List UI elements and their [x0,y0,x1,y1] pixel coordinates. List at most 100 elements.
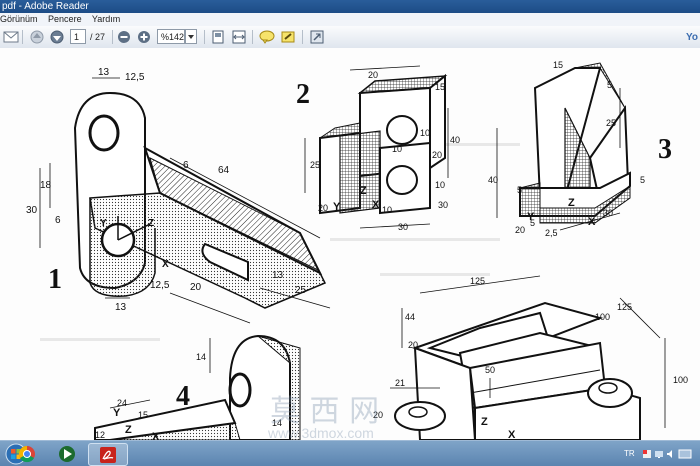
fig4-number: 4 [176,381,190,412]
watermark-logo: 莫 西 网 [270,394,379,429]
fig1-dim-6-left: 6 [55,215,61,226]
fig3-axis-y: Y [527,211,535,223]
technical-drawings: 13 12,5 18 30 6 64 6 12,5 13 20 13 25 X … [26,60,688,440]
fig1-dim-30: 30 [26,205,38,216]
fig2-dim-25: 25 [310,160,320,170]
fig3-dim-5-right: 5 [640,175,645,185]
watermark-url: www.3dmox.com [267,425,374,440]
fig1-dim-6-mid: 6 [183,160,189,171]
fig1-dim-64: 64 [218,165,230,176]
window-title-bar: pdf - Adobe Reader [0,0,700,13]
fig2-axis-z: Z [360,185,367,197]
document-page: 13 12,5 18 30 6 64 6 12,5 13 20 13 25 X … [0,48,700,440]
fig2-dim-10-a: 10 [420,128,430,138]
fig1-axis-x: X [162,259,169,270]
fig2-dim-10-d: 10 [435,180,445,190]
toolbar: 1 / 27 %142 Yo [0,26,700,49]
page-number-input[interactable]: 1 [70,29,86,44]
fig3-dim-30: 30 [603,208,613,218]
toolbar-separator [112,30,113,44]
fig1-dim-13-right: 13 [272,270,284,281]
fig5-dim-100-top: 100 [595,312,610,322]
fig4-axis-x: X [152,431,160,440]
fig5-dim-50: 50 [485,365,495,375]
page-total-label: / 27 [90,32,106,42]
fig4-axis-z: Z [125,424,132,436]
toolbar-separator [302,30,303,44]
fig5-dim-21: 21 [395,378,405,388]
figure-1: 13 12,5 18 30 6 64 6 12,5 13 20 13 25 X … [26,67,331,324]
fig1-dim-13-bottom: 13 [115,302,127,313]
media-player-icon[interactable] [48,443,86,464]
fit-width-icon[interactable] [230,29,248,45]
next-page-button[interactable] [48,29,66,45]
figure-3: 15 5 25 5 40 5 20 5 2,5 30 X Y Z 3 [488,60,672,238]
fig2-dim-10-b: 10 [382,205,392,215]
tray-network-icon[interactable] [654,441,664,466]
fig3-axis-x: X [588,216,596,228]
fig3-axis-z: Z [568,197,575,209]
email-icon[interactable] [2,29,20,45]
fig3-dim-20: 20 [515,225,525,235]
watermark: 莫 西 网 www.3dmox.com [267,394,379,440]
toolbar-separator [252,30,253,44]
adobe-reader-taskbar-button[interactable] [88,443,128,466]
toolbar-separator [204,30,205,44]
fig1-dim-18: 18 [40,180,52,191]
fig2-dim-20-right: 20 [432,150,442,160]
fig5-dim-125-top: 125 [470,276,485,286]
tray-volume-icon[interactable] [666,441,676,466]
fit-page-icon[interactable] [209,29,227,45]
fig3-dim-2-5: 2,5 [545,228,558,238]
fig2-axis-x: X [372,199,380,211]
fig3-dim-25: 25 [606,118,616,128]
menu-bar: Görünüm Pencere Yardım [0,13,700,27]
toolbar-separator [22,30,23,44]
highlight-icon[interactable] [279,29,297,45]
fig2-dim-10-c: 10 [392,144,402,154]
tray-show-desktop-icon[interactable] [678,441,692,466]
fig1-number: 1 [48,264,62,295]
fig1-dim-20: 20 [190,282,202,293]
fig2-axis-y: Y [333,201,341,213]
menu-window[interactable]: Pencere [48,14,82,24]
fig1-dim-13-top: 13 [98,67,110,78]
taskbar: TR [0,440,700,466]
fig3-number: 3 [658,134,672,165]
language-indicator[interactable]: TR [624,441,635,466]
fig2-dim-30-right: 30 [438,200,448,210]
fig5-dim-44: 44 [405,312,415,322]
fig5-axis-z: Z [481,416,488,428]
fig5-dim-125-right: 125 [617,302,632,312]
zoom-level-field[interactable]: %142 [157,29,185,44]
figure-5: 125 44 20 125 100 50 100 21 20 X Z [373,275,688,440]
tray-flag-icon[interactable] [642,441,652,466]
fig1-dim-25: 25 [295,285,307,296]
fig2-dim-20-left: 20 [318,203,328,213]
previous-page-button[interactable] [28,29,46,45]
chrome-icon[interactable] [8,443,46,464]
expand-icon[interactable] [308,29,326,45]
fig1-dim-12-5-top: 12,5 [125,72,145,83]
fig3-dim-40: 40 [488,175,498,185]
fig4-dim-14-top: 14 [196,352,206,362]
fig5-axis-x: X [508,429,516,440]
fig1-axis-z: Z [148,218,154,229]
figure-2: 20 15 25 10 20 40 20 10 30 10 10 30 X Y … [296,65,460,232]
menu-view[interactable]: Görünüm [0,14,38,24]
fig3-dim-15: 15 [553,60,563,70]
fig3-dim-5-top: 5 [607,80,612,90]
fig2-dim-30-bottom: 30 [398,222,408,232]
fig5-dim-20: 20 [408,340,418,350]
comment-icon[interactable] [258,29,276,45]
toolbar-right-label[interactable]: Yo [686,29,698,45]
fig1-dim-12-5-bottom: 12,5 [150,280,170,291]
fig2-dim-15: 15 [435,82,445,92]
fig2-dim-20-top: 20 [368,70,378,80]
zoom-in-button[interactable] [135,29,153,45]
fig5-dim-100-right: 100 [673,375,688,385]
zoom-dropdown-button[interactable] [185,29,197,44]
fig2-dim-40: 40 [450,135,460,145]
zoom-out-button[interactable] [115,29,133,45]
menu-help[interactable]: Yardım [92,14,120,24]
